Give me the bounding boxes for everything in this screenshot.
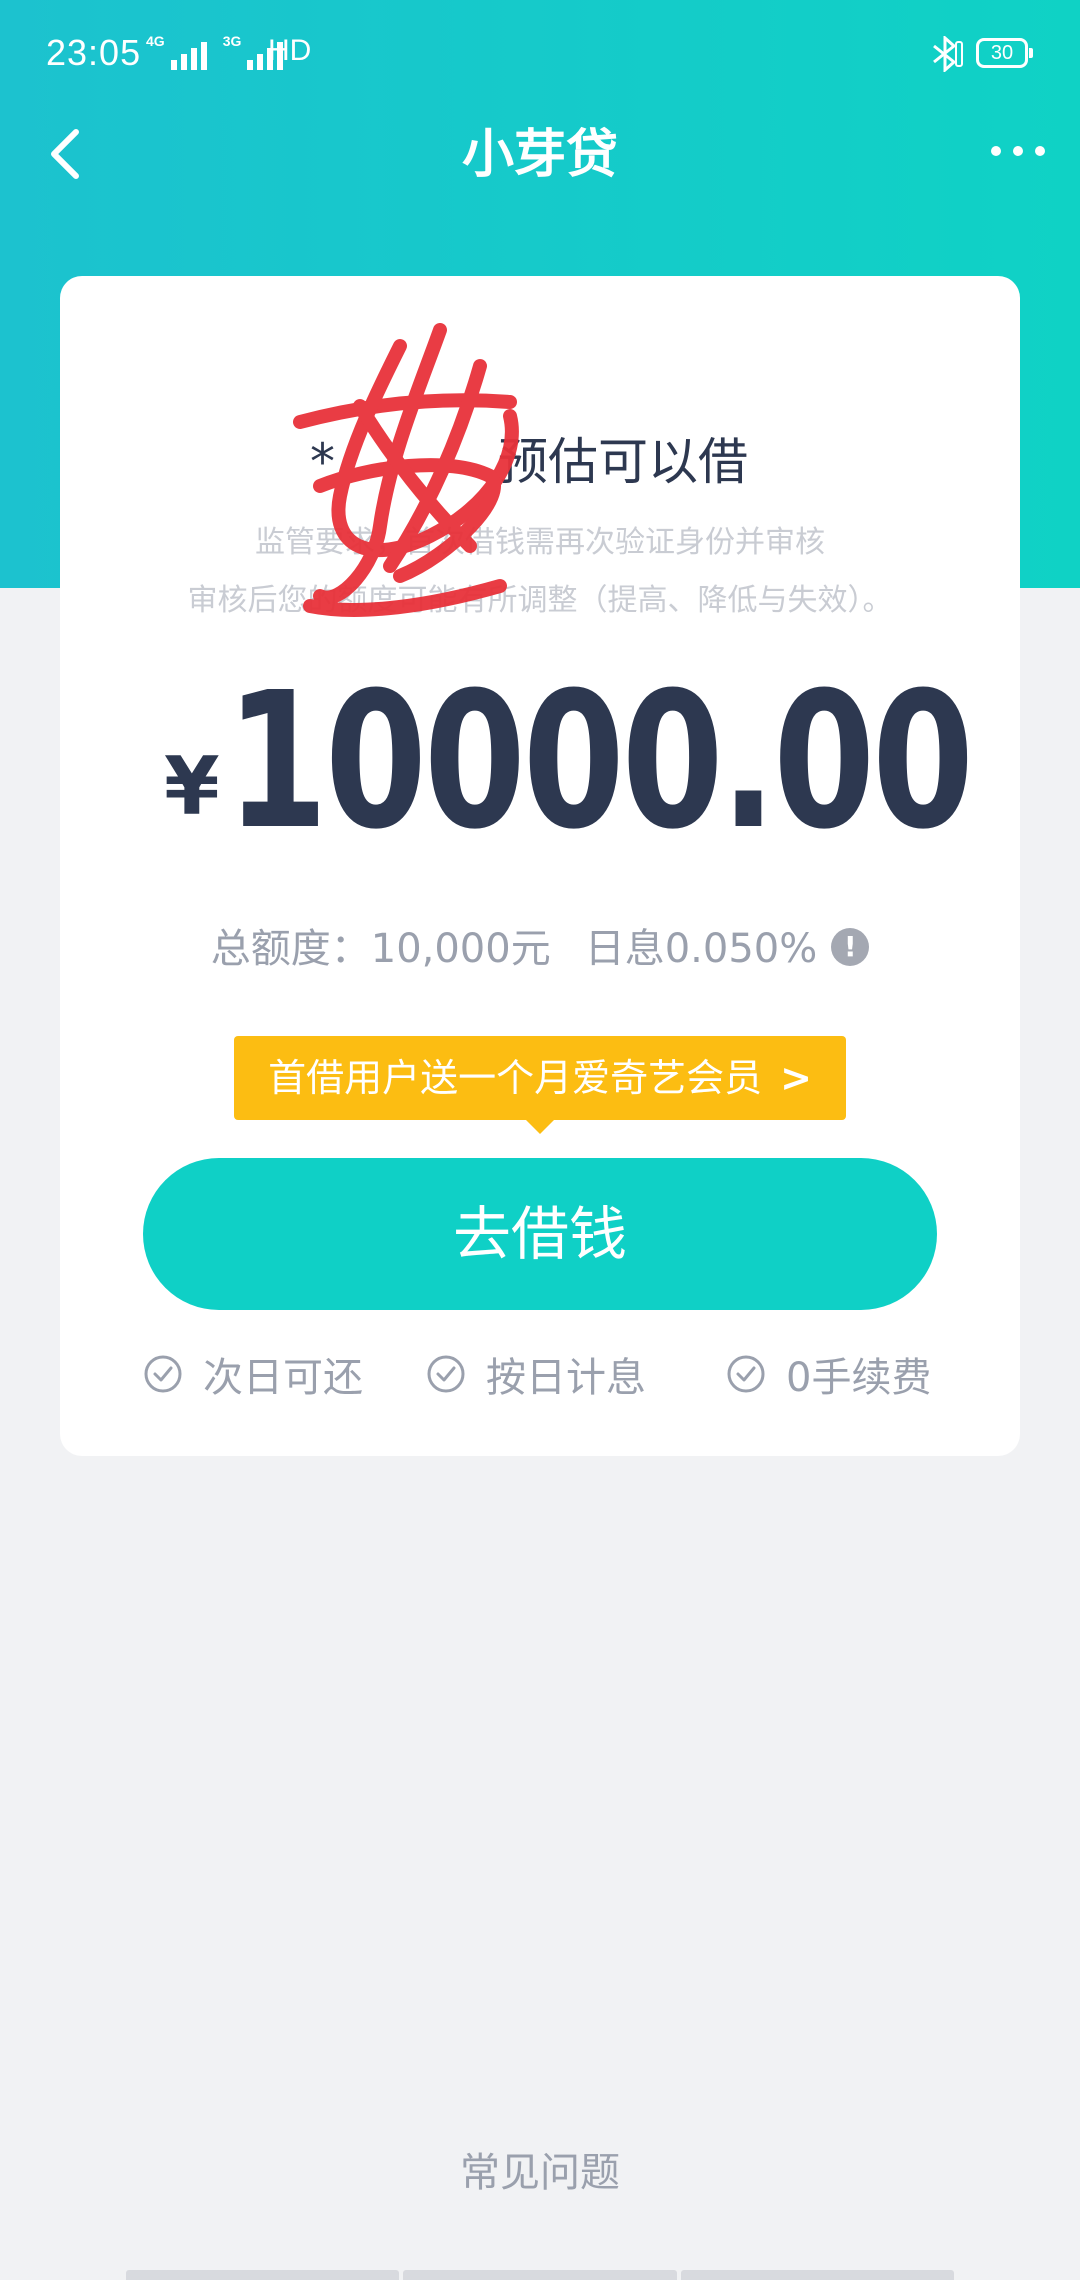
back-button[interactable]	[24, 114, 104, 194]
feature-label: 0手续费	[786, 1355, 932, 1401]
total-quota: 总额度：10,000元	[210, 926, 551, 972]
more-dots-icon	[1035, 146, 1045, 156]
more-dots-icon	[991, 146, 1001, 156]
bluetooth-icon	[933, 36, 963, 72]
check-circle-icon	[727, 1355, 765, 1393]
check-circle-icon	[144, 1355, 182, 1393]
bottom-tab[interactable]	[403, 2270, 677, 2280]
feature-no-fee: 0手续费	[726, 1344, 931, 1404]
bottom-tab-bar	[126, 2270, 954, 2280]
exclamation-circle-icon[interactable]: !	[831, 928, 870, 966]
loan-amount: ¥ 10000.00	[60, 662, 1020, 862]
quota-row: 总额度：10,000元 日息0.050%!	[60, 916, 1020, 974]
more-options-button[interactable]	[978, 128, 1058, 174]
more-dots-icon	[1013, 146, 1023, 156]
currency-symbol: ¥	[164, 740, 220, 833]
battery-icon: 30	[976, 38, 1033, 68]
loan-card: * 预估可以借 监管要求，首次借钱需再次验证身份并审核 审核后您的额度可能有所调…	[60, 276, 1020, 1456]
hd-indicator: HD	[268, 34, 312, 67]
status-time: 23:05	[46, 32, 142, 73]
faq-link[interactable]: 常见问题	[0, 2140, 1080, 2198]
promo-text: 首借用户送一个月爱奇艺会员	[268, 1056, 763, 1100]
promo-banner[interactable]: 首借用户送一个月爱奇艺会员 >	[234, 1036, 846, 1134]
network-type-2: 3G	[222, 33, 242, 49]
network-type-1: 4G	[146, 33, 165, 49]
bottom-tab[interactable]	[680, 2270, 954, 2280]
feature-next-day-repay: 次日可还	[143, 1344, 363, 1404]
chevron-left-icon	[51, 129, 79, 179]
feature-label: 按日计息	[486, 1355, 646, 1401]
daily-interest: 日息0.050%	[584, 926, 818, 972]
check-circle-icon	[427, 1355, 465, 1393]
signal-bars-icon	[170, 42, 207, 70]
signal-indicators: 4G 3G	[146, 33, 284, 70]
borrow-button[interactable]: 去借钱	[143, 1158, 937, 1310]
amount-value: 10000.00	[226, 652, 974, 871]
chevron-right-icon: >	[780, 1056, 812, 1100]
feature-daily-interest: 按日计息	[426, 1344, 646, 1404]
bottom-tab[interactable]	[126, 2270, 400, 2280]
feature-label: 次日可还	[203, 1355, 363, 1401]
page-title: 小芽贷	[461, 125, 618, 185]
redaction-scribble	[293, 323, 519, 617]
status-bar: 23:05 4G 3G HD 30	[0, 0, 1080, 110]
